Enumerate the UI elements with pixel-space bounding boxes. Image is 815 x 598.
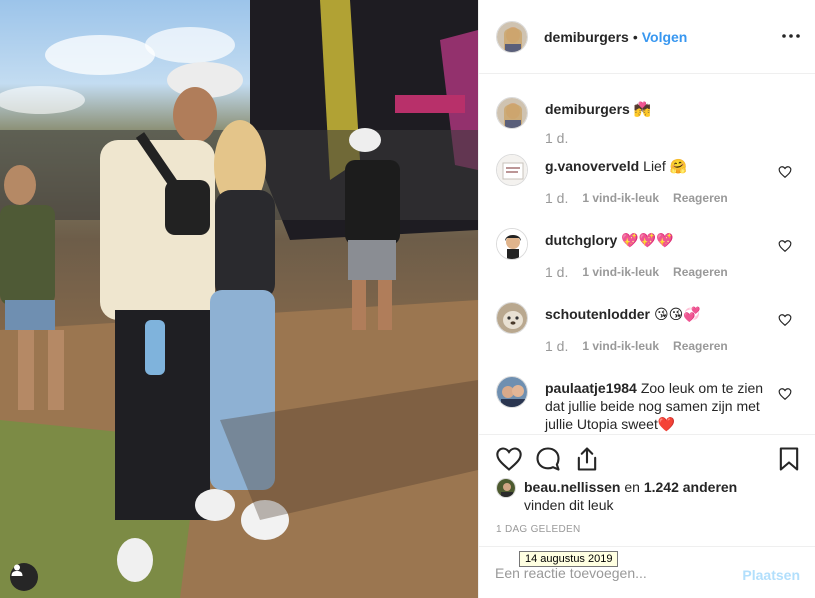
- avatar[interactable]: [496, 97, 528, 129]
- liker-username[interactable]: beau.nellissen: [524, 479, 620, 495]
- comment-text: dutchglory 💖💖💖: [545, 231, 785, 249]
- comment-text: paulaatje1984 Zoo leuk om te zien dat jul…: [545, 379, 785, 433]
- avatar[interactable]: [496, 302, 528, 334]
- photo-illustration: [0, 0, 478, 598]
- post-timestamp[interactable]: 1 DAG GELEDEN: [496, 524, 580, 535]
- avatar-image: [497, 229, 527, 259]
- comment-body: 💖💖💖: [621, 232, 674, 248]
- avatar[interactable]: [496, 154, 528, 186]
- comment-meta: 1 d.: [545, 130, 582, 146]
- avatar-image: [497, 303, 527, 333]
- comment-meta: 1 d. 1 vind-ik-leuk Reageren: [545, 338, 742, 354]
- comment-body: 😘😘💞: [654, 306, 701, 322]
- comment-age[interactable]: 1 d.: [545, 338, 568, 354]
- likes-summary: beau.nellissen en 1.242 anderen vinden d…: [496, 478, 796, 514]
- comment-age[interactable]: 1 d.: [545, 264, 568, 280]
- share-icon[interactable]: [573, 445, 601, 473]
- likes-count[interactable]: 1.242 anderen: [644, 479, 737, 495]
- likes-text: beau.nellissen en 1.242 anderen vinden d…: [524, 478, 737, 514]
- comment-bubble-icon[interactable]: [534, 445, 562, 473]
- header-separator: •: [632, 28, 638, 45]
- comment-age[interactable]: 1 d.: [545, 130, 568, 146]
- post-sidebar: demiburgers • Volgen demiburgers 💏 1 d. …: [478, 0, 815, 598]
- user-silhouette-icon: [11, 564, 23, 576]
- avatar-image: [497, 98, 527, 128]
- reply-button[interactable]: Reageren: [673, 265, 728, 279]
- comment-body: 💏: [633, 101, 652, 117]
- avatar[interactable]: [496, 376, 528, 408]
- comment-likes[interactable]: 1 vind-ik-leuk: [582, 191, 659, 205]
- comment-author[interactable]: schoutenlodder: [545, 306, 650, 322]
- comment-author[interactable]: dutchglory: [545, 232, 617, 248]
- like-comment-heart-icon[interactable]: [778, 165, 792, 179]
- like-comment-heart-icon[interactable]: [778, 239, 792, 253]
- comment-meta: 1 d. 1 vind-ik-leuk Reageren: [545, 264, 742, 280]
- avatar[interactable]: [496, 228, 528, 260]
- tagged-user-icon[interactable]: [10, 563, 38, 591]
- like-comment-heart-icon[interactable]: [778, 387, 792, 401]
- header-username[interactable]: demiburgers: [544, 29, 629, 45]
- likes-and: en: [624, 479, 640, 495]
- avatar-image: [497, 21, 527, 52]
- comment-body: Lief 🤗: [643, 158, 688, 174]
- avatar-image: [497, 155, 527, 185]
- post-photo[interactable]: [0, 0, 478, 598]
- avatar[interactable]: [496, 478, 516, 498]
- reply-button[interactable]: Reageren: [673, 339, 728, 353]
- comments-list[interactable]: demiburgers 💏 1 d. g.vanoverveld Lief 🤗 1: [479, 74, 815, 434]
- likes-suffix: vinden dit leuk: [524, 497, 614, 513]
- comment-text: schoutenlodder 😘😘💞: [545, 305, 785, 323]
- like-heart-icon[interactable]: [495, 445, 523, 473]
- comment-meta: 1 d. 1 vind-ik-leuk Reageren: [545, 190, 742, 206]
- comment-age[interactable]: 1 d.: [545, 190, 568, 206]
- reply-button[interactable]: Reageren: [673, 191, 728, 205]
- post-comment-button[interactable]: Plaatsen: [742, 567, 800, 583]
- comment-author[interactable]: demiburgers: [545, 101, 630, 117]
- comment-text: demiburgers 💏: [545, 100, 785, 118]
- more-options-icon[interactable]: [781, 28, 801, 44]
- comment-likes[interactable]: 1 vind-ik-leuk: [582, 339, 659, 353]
- bookmark-icon[interactable]: [775, 445, 803, 473]
- comment-author[interactable]: g.vanoverveld: [545, 158, 639, 174]
- timestamp-tooltip: 14 augustus 2019: [519, 551, 619, 567]
- comment-text: g.vanoverveld Lief 🤗: [545, 157, 785, 175]
- comment-likes[interactable]: 1 vind-ik-leuk: [582, 265, 659, 279]
- post-header: demiburgers • Volgen: [479, 0, 815, 74]
- follow-button[interactable]: Volgen: [642, 29, 688, 45]
- like-comment-heart-icon[interactable]: [778, 313, 792, 327]
- post-actions: [479, 434, 815, 482]
- avatar-image: [497, 377, 527, 407]
- avatar[interactable]: [496, 20, 528, 53]
- avatar-image: [497, 479, 515, 497]
- comment-author[interactable]: paulaatje1984: [545, 380, 637, 396]
